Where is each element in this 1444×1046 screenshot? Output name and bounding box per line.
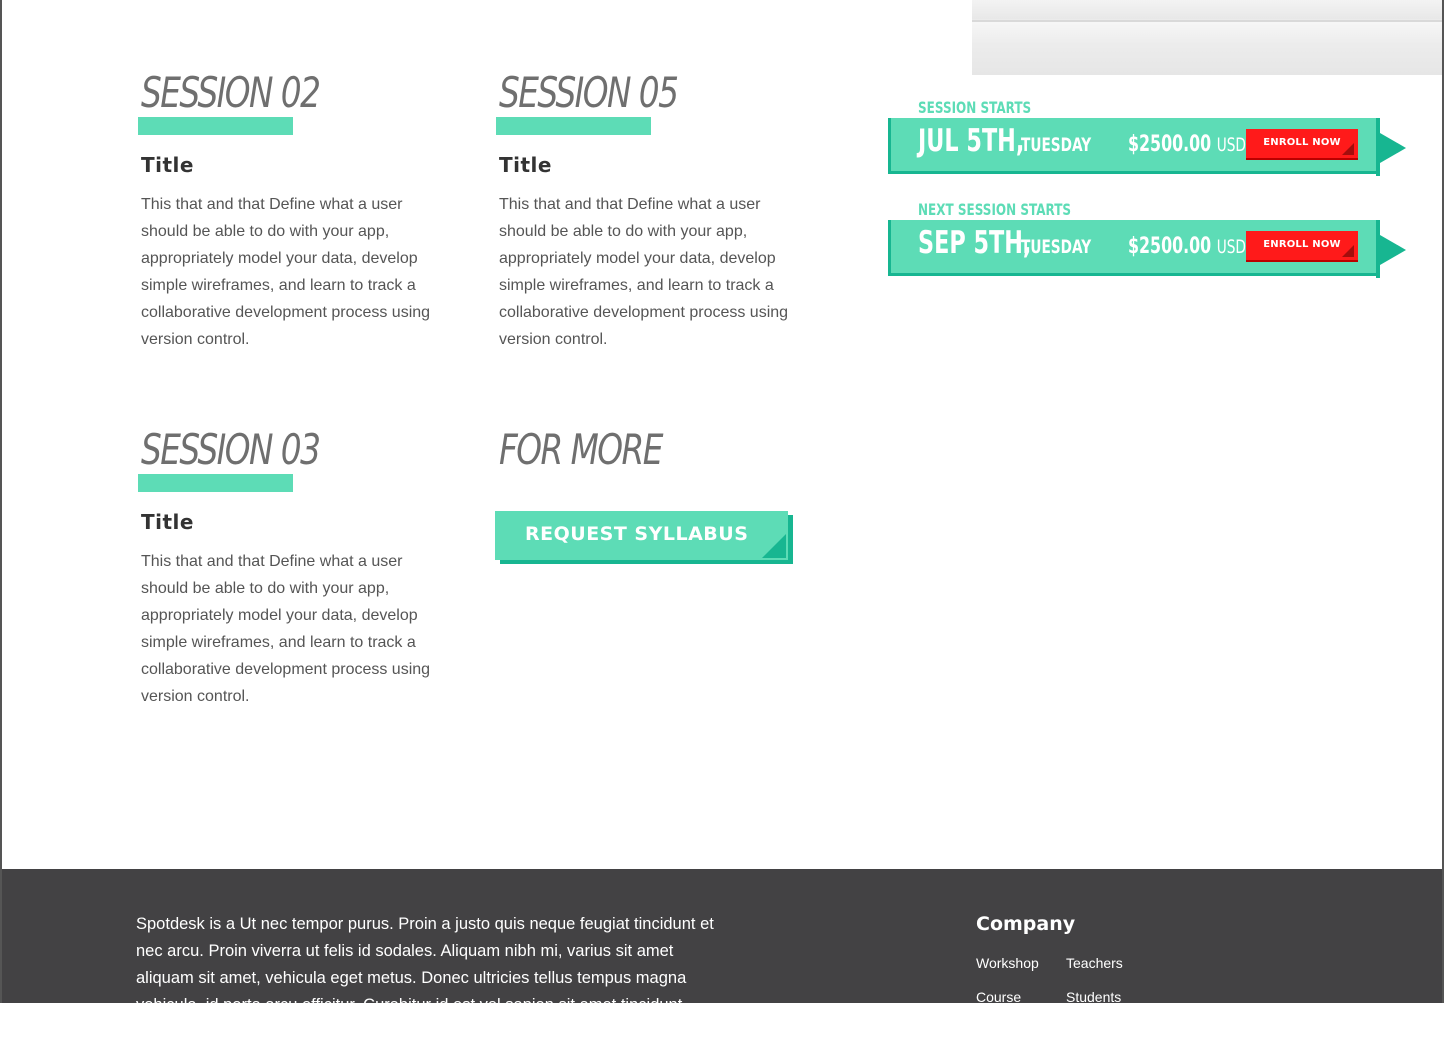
hero-image [972, 0, 1444, 75]
footer-link-teachers[interactable]: Teachers [1066, 955, 1123, 971]
page-fold-icon [1342, 143, 1354, 155]
session-date: SEP 5TH, [918, 225, 1032, 261]
session-date-banner: JUL 5TH, TUESDAY $2500.00 USD ENROLL NOW [888, 118, 1378, 174]
session-date: JUL 5TH, [918, 123, 1025, 159]
next-session-starts-label: NEXT SESSION STARTS [918, 200, 1072, 219]
session-title: Title [141, 510, 194, 534]
session-underline [496, 117, 651, 135]
session-underline [138, 117, 293, 135]
footer-link-workshop[interactable]: Workshop [976, 955, 1039, 971]
request-syllabus-button[interactable]: REQUEST SYLLABUS [495, 511, 788, 560]
price-amount: $2500.00 [1128, 234, 1212, 259]
session-description: This that and that Define what a user sh… [141, 553, 431, 705]
session-underline [138, 474, 293, 492]
session-description: This that and that Define what a user sh… [141, 196, 431, 348]
session-heading: SESSION 03 [141, 425, 321, 474]
session-starts-label: SESSION STARTS [918, 98, 1032, 117]
price-currency: USD [1216, 236, 1246, 258]
enroll-now-button[interactable]: ENROLL NOW [1246, 231, 1358, 262]
session-price: $2500.00 USD [1128, 134, 1246, 156]
price-currency: USD [1216, 134, 1246, 156]
enroll-now-button[interactable]: ENROLL NOW [1246, 129, 1358, 160]
session-heading: SESSION 05 [499, 68, 679, 117]
for-more-heading: FOR MORE [499, 425, 663, 474]
session-day: TUESDAY [1021, 134, 1092, 156]
session-day: TUESDAY [1021, 236, 1092, 258]
page-fold-icon [1342, 245, 1354, 257]
footer-about-text: Spotdesk is a Ut nec tempor purus. Proin… [136, 915, 714, 1041]
session-title: Title [499, 153, 552, 177]
banner-arrow-icon [1380, 133, 1406, 163]
footer-company-heading: Company [976, 913, 1076, 935]
price-amount: $2500.00 [1128, 132, 1212, 157]
session-date-banner: SEP 5TH, TUESDAY $2500.00 USD ENROLL NOW [888, 220, 1378, 276]
site-footer: Spotdesk is a Ut nec tempor purus. Proin… [0, 869, 1444, 1041]
page-fold-icon [762, 534, 786, 558]
banner-arrow-icon [1380, 235, 1406, 265]
session-price: $2500.00 USD [1128, 236, 1246, 258]
session-title: Title [141, 153, 194, 177]
session-heading: SESSION 02 [141, 68, 321, 117]
request-syllabus-label: REQUEST SYLLABUS [525, 523, 749, 545]
session-description: This that and that Define what a user sh… [499, 196, 789, 348]
